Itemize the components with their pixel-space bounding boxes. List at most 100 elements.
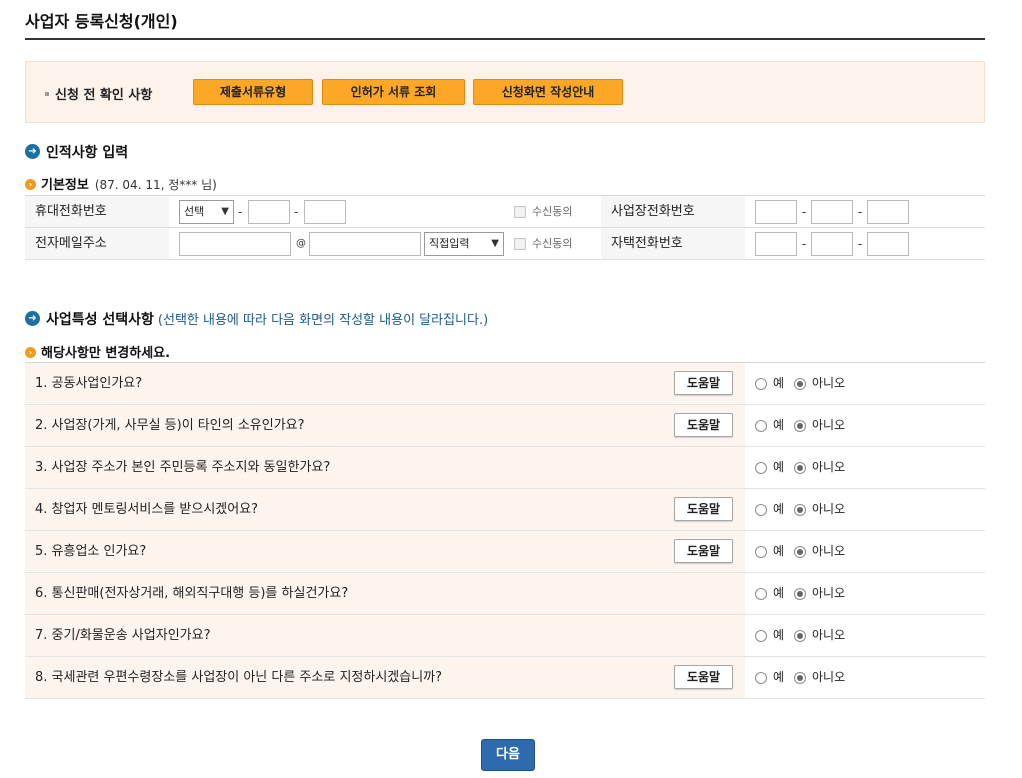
home-phone-area-input[interactable] bbox=[755, 232, 797, 256]
mobile-middle-input[interactable] bbox=[248, 200, 290, 224]
email-consent-checkbox[interactable] bbox=[514, 238, 526, 250]
mobile-prefix-select[interactable]: 선택 ▼ bbox=[179, 200, 234, 224]
business-questions-table: 1. 공동사업인가요? 도움말 예 아니오 2. 사업장(가게, 사무실 등)이 타인의… bbox=[25, 362, 985, 699]
contact-row-mobile: 휴대전화번호 선택 ▼ - - 수신동의 사업장전화번호 - - bbox=[25, 196, 985, 228]
yes-radio[interactable] bbox=[755, 588, 767, 600]
question-text: 4. 창업자 멘토링서비스를 받으시겠어요? bbox=[35, 502, 259, 517]
pre-check-label-text: 신청 전 확인 사항 bbox=[55, 88, 153, 103]
chevron-down-icon: ▼ bbox=[221, 206, 229, 217]
change-only-label: 해당사항만 변경하세요. bbox=[41, 346, 171, 361]
email-at-sign: @ bbox=[296, 238, 306, 249]
dash-separator: - bbox=[858, 237, 863, 251]
yes-label: 예 bbox=[773, 418, 785, 432]
no-radio[interactable] bbox=[794, 504, 806, 516]
question-text: 8. 국세관련 우편수령장소를 사업장이 아닌 다른 주소로 지정하시겠습니까? bbox=[35, 670, 443, 685]
mobile-last-input[interactable] bbox=[304, 200, 346, 224]
basic-info-heading: › 기본정보 (87. 04. 11, 정*** 님) bbox=[25, 174, 217, 193]
email-domain-select-value: 직접입력 bbox=[429, 237, 470, 250]
business-heading-note: (선택한 내용에 따라 다음 화면의 작성할 내용이 달라집니다.) bbox=[157, 313, 489, 328]
identity-heading: ➜ 인적사항 입력 bbox=[25, 142, 128, 162]
yes-label: 예 bbox=[773, 460, 785, 474]
no-radio[interactable] bbox=[794, 588, 806, 600]
change-only-heading: › 해당사항만 변경하세요. bbox=[25, 342, 170, 361]
question-cell: 4. 창업자 멘토링서비스를 받으시겠어요? 도움말 bbox=[25, 489, 745, 530]
question-row: 7. 중기/화물운송 사업자인가요? 예 아니오 bbox=[25, 615, 985, 657]
home-phone-last-input[interactable] bbox=[867, 232, 909, 256]
yes-label: 예 bbox=[773, 670, 785, 684]
yes-radio[interactable] bbox=[755, 378, 767, 390]
email-domain-input[interactable] bbox=[309, 232, 421, 256]
no-radio[interactable] bbox=[794, 378, 806, 390]
yes-radio[interactable] bbox=[755, 672, 767, 684]
yes-radio[interactable] bbox=[755, 546, 767, 558]
contact-info-table: 휴대전화번호 선택 ▼ - - 수신동의 사업장전화번호 - - 전자메일주소 @… bbox=[25, 195, 985, 260]
help-button[interactable]: 도움말 bbox=[674, 665, 733, 689]
question-cell: 3. 사업장 주소가 본인 주민등록 주소지와 동일한가요? bbox=[25, 447, 745, 488]
permit-lookup-button[interactable]: 인허가 서류 조회 bbox=[322, 79, 465, 105]
email-domain-select[interactable]: 직접입력 ▼ bbox=[424, 232, 504, 256]
arrow-dot-icon: › bbox=[25, 179, 36, 190]
no-label: 아니오 bbox=[812, 418, 846, 432]
no-radio[interactable] bbox=[794, 462, 806, 474]
yes-radio[interactable] bbox=[755, 630, 767, 642]
chevron-down-icon: ▼ bbox=[491, 238, 499, 249]
mobile-label: 휴대전화번호 bbox=[25, 196, 169, 227]
question-text: 1. 공동사업인가요? bbox=[35, 376, 143, 391]
form-guide-button[interactable]: 신청화면 작성안내 bbox=[473, 79, 623, 105]
no-radio[interactable] bbox=[794, 630, 806, 642]
home-phone-label: 자택전화번호 bbox=[601, 228, 745, 259]
yes-radio[interactable] bbox=[755, 462, 767, 474]
question-cell: 2. 사업장(가게, 사무실 등)이 타인의 소유인가요? 도움말 bbox=[25, 405, 745, 446]
identity-heading-text: 인적사항 입력 bbox=[46, 145, 129, 161]
dash-separator: - bbox=[858, 205, 863, 219]
yes-label: 예 bbox=[773, 502, 785, 516]
dash-separator: - bbox=[294, 205, 299, 219]
help-button[interactable]: 도움말 bbox=[674, 413, 733, 437]
no-radio[interactable] bbox=[794, 672, 806, 684]
page-title: 사업자 등록신청(개인) bbox=[25, 12, 178, 31]
pre-check-panel: 신청 전 확인 사항 제출서류유형 인허가 서류 조회 신청화면 작성안내 bbox=[25, 61, 985, 123]
yes-label: 예 bbox=[773, 544, 785, 558]
no-radio[interactable] bbox=[794, 420, 806, 432]
email-consent-label: 수신동의 bbox=[532, 237, 573, 250]
question-row: 6. 통신판매(전자상거래, 해외직구대행 등)를 하실건가요? 예 아니오 bbox=[25, 573, 985, 615]
document-type-button[interactable]: 제출서류유형 bbox=[193, 79, 313, 105]
question-cell: 5. 유흥업소 인가요? 도움말 bbox=[25, 531, 745, 572]
question-cell: 6. 통신판매(전자상거래, 해외직구대행 등)를 하실건가요? bbox=[25, 573, 745, 614]
biz-phone-last-input[interactable] bbox=[867, 200, 909, 224]
yes-label: 예 bbox=[773, 628, 785, 642]
arrow-circle-icon: ➜ bbox=[25, 310, 40, 326]
yes-radio[interactable] bbox=[755, 420, 767, 432]
biz-phone-middle-input[interactable] bbox=[811, 200, 853, 224]
no-label: 아니오 bbox=[812, 376, 846, 390]
help-button[interactable]: 도움말 bbox=[674, 497, 733, 521]
bullet-icon bbox=[45, 91, 49, 96]
question-row: 8. 국세관련 우편수령장소를 사업장이 아닌 다른 주소로 지정하시겠습니까?… bbox=[25, 657, 985, 699]
basic-info-label: 기본정보 bbox=[41, 178, 89, 193]
contact-row-email: 전자메일주소 @ 직접입력 ▼ 수신동의 자택전화번호 - - bbox=[25, 228, 985, 260]
next-button[interactable]: 다음 bbox=[481, 739, 535, 771]
question-cell: 7. 중기/화물운송 사업자인가요? bbox=[25, 615, 745, 656]
no-label: 아니오 bbox=[812, 628, 846, 642]
question-cell: 1. 공동사업인가요? 도움말 bbox=[25, 363, 745, 404]
question-text: 7. 중기/화물운송 사업자인가요? bbox=[35, 628, 211, 643]
email-id-input[interactable] bbox=[179, 232, 291, 256]
dash-separator: - bbox=[238, 205, 243, 219]
dash-separator: - bbox=[802, 237, 807, 251]
basic-info-note: (87. 04. 11, 정*** 님) bbox=[94, 178, 217, 192]
no-radio[interactable] bbox=[794, 546, 806, 558]
email-label: 전자메일주소 bbox=[25, 228, 169, 259]
question-text: 5. 유흥업소 인가요? bbox=[35, 544, 147, 559]
mobile-consent-checkbox[interactable] bbox=[514, 206, 526, 218]
help-button[interactable]: 도움말 bbox=[674, 539, 733, 563]
question-row: 3. 사업장 주소가 본인 주민등록 주소지와 동일한가요? 예 아니오 bbox=[25, 447, 985, 489]
home-phone-middle-input[interactable] bbox=[811, 232, 853, 256]
question-row: 1. 공동사업인가요? 도움말 예 아니오 bbox=[25, 363, 985, 405]
yes-label: 예 bbox=[773, 376, 785, 390]
yes-radio[interactable] bbox=[755, 504, 767, 516]
no-label: 아니오 bbox=[812, 502, 846, 516]
no-label: 아니오 bbox=[812, 544, 846, 558]
help-button[interactable]: 도움말 bbox=[674, 371, 733, 395]
no-label: 아니오 bbox=[812, 460, 846, 474]
biz-phone-area-input[interactable] bbox=[755, 200, 797, 224]
